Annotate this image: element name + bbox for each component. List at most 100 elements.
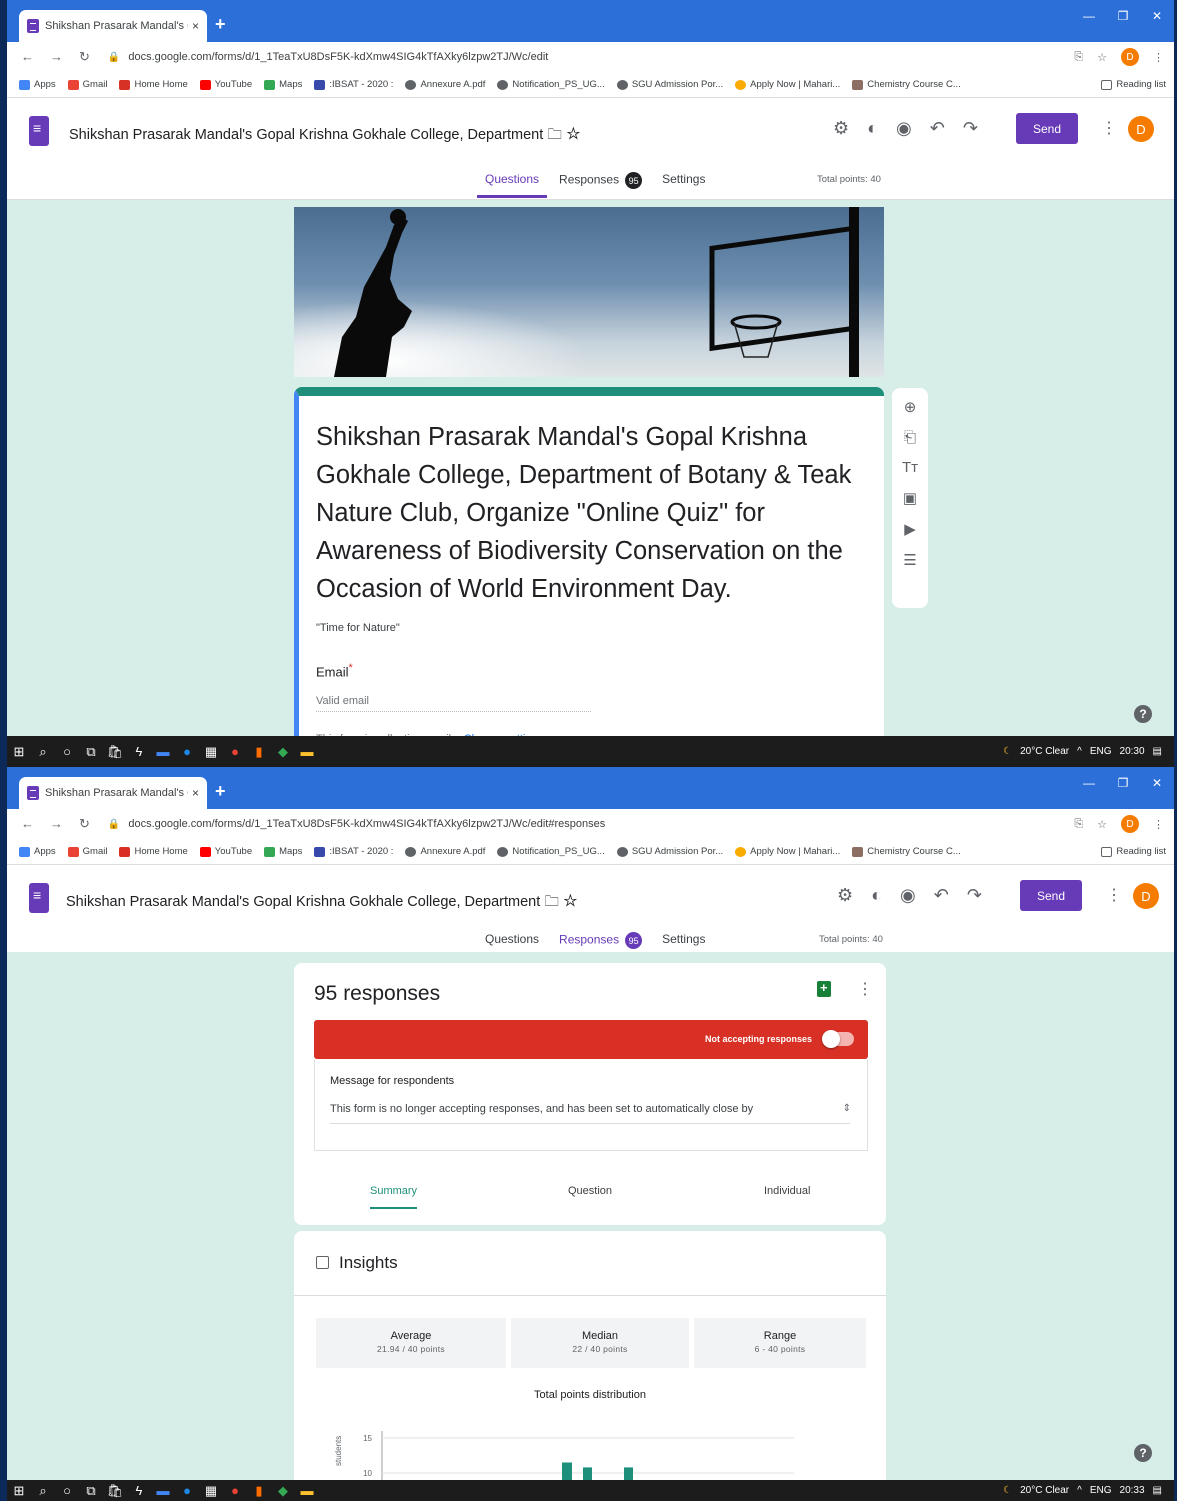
account-avatar[interactable]: D [1128, 116, 1154, 142]
weather-text[interactable]: 20°C Clear [1020, 1485, 1069, 1496]
more-options-icon[interactable]: ⋮ [1106, 885, 1122, 905]
tab-responses[interactable]: Responses 95 [551, 172, 650, 189]
bookmark-apply[interactable]: Apply Now | Mahari... [735, 79, 840, 90]
bookmark-apps[interactable]: Apps [19, 79, 56, 90]
bookmark-youtube[interactable]: YouTube [199, 846, 252, 857]
bookmark-apply[interactable]: Apply Now | Mahari... [735, 846, 840, 857]
tab-question[interactable]: Question [568, 1185, 612, 1197]
chevron-up-icon[interactable]: ^ [1077, 746, 1082, 757]
browser-tab[interactable]: Shikshan Prasarak Mandal's Gop × [19, 10, 207, 42]
profile-avatar[interactable]: D [1121, 48, 1139, 66]
header-image[interactable] [294, 207, 884, 377]
send-button[interactable]: Send [1020, 880, 1082, 911]
profile-avatar[interactable]: D [1121, 815, 1139, 833]
form-description[interactable]: "Time for Nature" [316, 622, 400, 634]
reload-icon[interactable]: ↻ [79, 49, 90, 65]
tab-close-icon[interactable]: × [192, 19, 199, 33]
taskbar-app-icon[interactable]: ▮ [247, 744, 271, 760]
help-icon[interactable]: ? [1134, 705, 1152, 723]
add-image-icon[interactable]: ▣ [903, 489, 917, 507]
preview-eye-icon[interactable]: ◉ [896, 118, 912, 139]
undo-icon[interactable]: ↶ [934, 885, 949, 906]
forms-logo-icon[interactable] [29, 116, 49, 146]
weather-icon[interactable]: ☾ [1003, 746, 1012, 757]
form-doc-title[interactable]: Shikshan Prasarak Mandal's Gopal Krishna… [69, 124, 581, 149]
bookmark-ibsat[interactable]: :IBSAT - 2020 : [314, 846, 393, 857]
search-icon[interactable]: ⌕ [31, 744, 55, 760]
new-tab-button[interactable]: + [215, 14, 226, 35]
back-icon[interactable]: ← [21, 49, 34, 65]
bookmark-sgu[interactable]: SGU Admission Por... [616, 846, 723, 857]
weather-text[interactable]: 20°C Clear [1020, 746, 1069, 757]
star-icon[interactable]: ☆ [563, 894, 578, 910]
notification-icon[interactable]: ▤ [1153, 746, 1162, 757]
taskbar-app-icon[interactable]: ▬ [151, 1483, 175, 1498]
tab-questions[interactable]: Questions [477, 172, 548, 198]
share-icon[interactable]: ⎘ [1074, 51, 1083, 64]
preview-eye-icon[interactable]: ◉ [900, 885, 916, 906]
redo-icon[interactable]: ↷ [963, 118, 978, 139]
cortana-icon[interactable]: ○ [55, 1483, 79, 1498]
tab-individual[interactable]: Individual [764, 1185, 810, 1197]
bookmark-ibsat[interactable]: :IBSAT - 2020 : [314, 79, 393, 90]
resize-handle-icon[interactable]: ⇕ [843, 1103, 851, 1114]
import-questions-icon[interactable]: ⎗ [904, 429, 916, 446]
task-view-icon[interactable]: ⧉ [79, 1483, 103, 1499]
bookmark-apps[interactable]: Apps [19, 846, 56, 857]
task-view-icon[interactable]: ⧉ [79, 744, 103, 760]
file-explorer-icon[interactable]: ▬ [295, 1483, 319, 1498]
bookmark-notification[interactable]: Notification_PS_UG... [497, 846, 605, 857]
edge-icon[interactable]: ● [175, 744, 199, 759]
sheets-icon[interactable] [817, 980, 831, 997]
bookmark-home[interactable]: Home Home [119, 79, 188, 90]
chevron-up-icon[interactable]: ^ [1077, 1485, 1082, 1496]
minimize-icon[interactable]: — [1072, 767, 1106, 799]
clock[interactable]: 20:33 [1120, 1485, 1145, 1496]
tab-summary[interactable]: Summary [370, 1185, 418, 1209]
weather-icon[interactable]: ☾ [1003, 1485, 1012, 1496]
addon-icon[interactable]: ⚙ [833, 118, 849, 139]
browser-tab[interactable]: Shikshan Prasarak Mandal's Gop × [19, 777, 207, 809]
bookmark-gmail[interactable]: Gmail [67, 846, 107, 857]
add-video-icon[interactable]: ▶ [904, 520, 916, 538]
taskbar-app-icon[interactable]: ◆ [271, 744, 295, 760]
close-window-icon[interactable]: ✕ [1140, 767, 1174, 799]
bookmark-gmail[interactable]: Gmail [67, 79, 107, 90]
bookmark-sgu[interactable]: SGU Admission Por... [616, 79, 723, 90]
folder-icon[interactable]: 🗀 [547, 127, 562, 143]
send-button[interactable]: Send [1016, 113, 1078, 144]
restore-icon[interactable]: ❐ [1106, 767, 1140, 799]
cortana-icon[interactable]: ○ [55, 744, 79, 759]
bookmark-annexure[interactable]: Annexure A.pdf [405, 79, 485, 90]
chrome-icon[interactable]: ● [223, 744, 247, 759]
addon-icon[interactable]: ⚙ [837, 885, 853, 906]
email-field[interactable]: Valid email [316, 695, 591, 712]
bookmark-maps[interactable]: Maps [264, 79, 302, 90]
language-label[interactable]: ENG [1090, 1485, 1112, 1496]
help-icon[interactable]: ? [1134, 1444, 1152, 1462]
bookmark-home[interactable]: Home Home [119, 846, 188, 857]
bookmark-youtube[interactable]: YouTube [199, 79, 252, 90]
undo-icon[interactable]: ↶ [930, 118, 945, 139]
taskbar-app-icon[interactable]: ▮ [247, 1483, 271, 1499]
forms-logo-icon[interactable] [29, 883, 49, 913]
bookmark-maps[interactable]: Maps [264, 846, 302, 857]
bookmark-annexure[interactable]: Annexure A.pdf [405, 846, 485, 857]
notification-icon[interactable]: ▤ [1153, 1485, 1162, 1496]
taskbar-app-icon[interactable]: ▬ [151, 744, 175, 759]
reading-list[interactable]: Reading list [1101, 79, 1166, 90]
taskbar-app-icon[interactable]: ϟ [127, 1483, 151, 1498]
file-explorer-icon[interactable]: ▬ [295, 744, 319, 759]
more-options-icon[interactable]: ⋮ [1101, 118, 1117, 138]
edge-icon[interactable]: ● [175, 1483, 199, 1498]
tab-settings[interactable]: Settings [654, 932, 713, 949]
taskbar-app-icon[interactable]: ϟ [127, 744, 151, 759]
store-icon[interactable]: 🛍 [103, 1483, 127, 1499]
language-label[interactable]: ENG [1090, 746, 1112, 757]
add-section-icon[interactable]: ☰ [903, 551, 916, 569]
search-icon[interactable]: ⌕ [31, 1483, 55, 1499]
accepting-toggle[interactable] [822, 1030, 854, 1048]
taskbar-app-icon[interactable]: ◆ [271, 1483, 295, 1499]
message-input[interactable]: This form is no longer accepting respons… [330, 1103, 850, 1124]
chrome-menu-icon[interactable]: ⋮ [1153, 818, 1164, 831]
